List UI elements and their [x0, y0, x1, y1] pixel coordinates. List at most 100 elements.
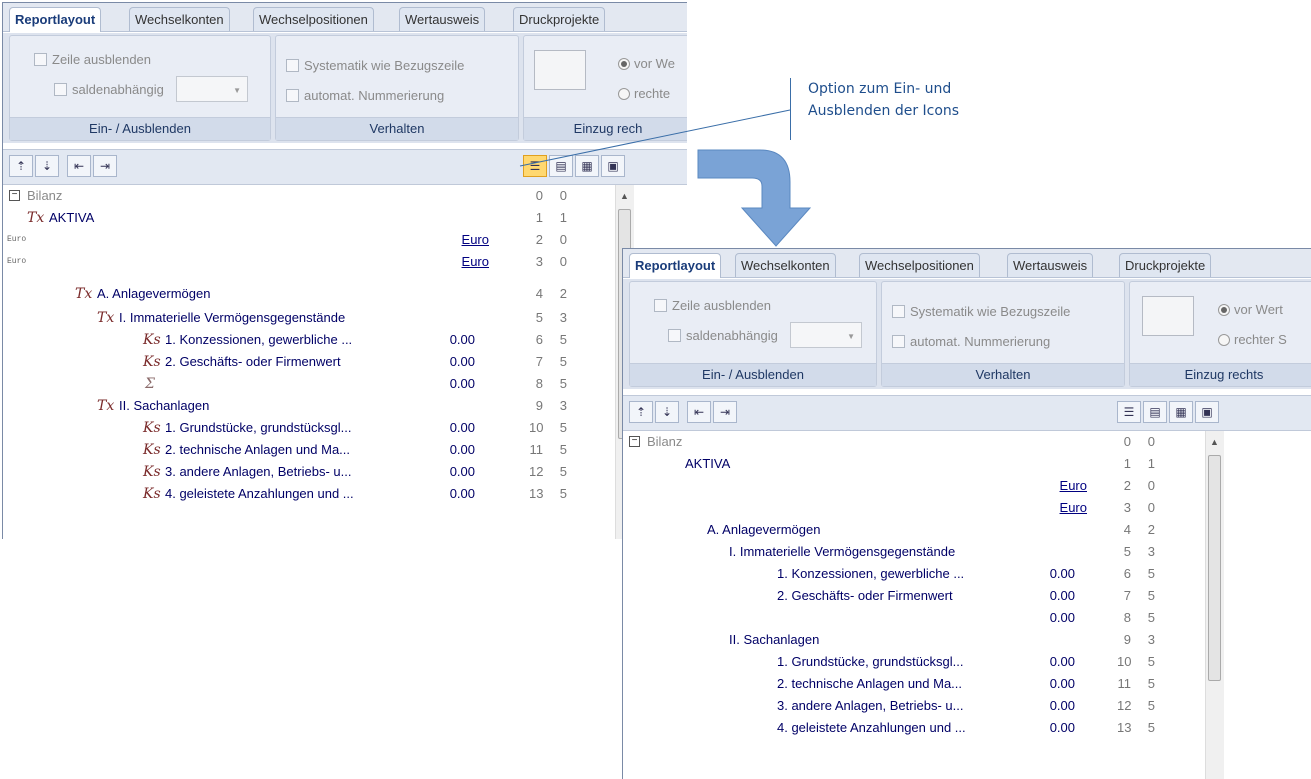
group-label-show-hide: Ein- / Ausblenden [10, 117, 270, 140]
move-down-icon[interactable]: ⇣ [35, 155, 59, 177]
tab-reportlayout[interactable]: Reportlayout [9, 7, 102, 32]
sigma-icon: Σ [145, 376, 155, 392]
auto-numbering-checkbox[interactable]: automat. Nummerierung [892, 334, 1050, 349]
preview-icon[interactable]: ▣ [1195, 401, 1219, 423]
balance-dependent-checkbox[interactable]: saldenabhängig [54, 82, 164, 97]
balance-combo[interactable]: ▼ [176, 76, 248, 102]
tree-row[interactable]: 1. Grundstücke, grundstücksgl... 0.00 10… [623, 651, 1223, 673]
tx-icon: Tx [75, 286, 93, 302]
tree-row[interactable]: Euro 30 [623, 497, 1223, 519]
balance-combo[interactable]: ▼ [790, 322, 862, 348]
auto-numbering-checkbox[interactable]: automat. Nummerierung [286, 88, 444, 103]
tree-row[interactable]: I. Immaterielle Vermögensgegenstände 53 [623, 541, 1223, 563]
euro-layout-icon[interactable] [1142, 296, 1194, 336]
tree-row[interactable]: Σ 0.00 85 [3, 373, 633, 395]
tab-wechselpositionen[interactable]: Wechselpositionen [253, 7, 374, 31]
vertical-scrollbar[interactable]: ▲ [1205, 431, 1224, 779]
tree-row[interactable]: 2. technische Anlagen und Ma... 0.00 11 5 [623, 673, 1223, 695]
radio-before-value[interactable]: vor We [618, 56, 675, 71]
scroll-up-icon[interactable]: ▲ [1210, 437, 1219, 447]
indent-right-icon[interactable]: ⇥ [93, 155, 117, 177]
collapse-icon[interactable]: − [9, 190, 20, 201]
tab-druckprojekte[interactable]: Druckprojekte [1119, 253, 1212, 277]
tree-row[interactable]: − Bilanz 00 [623, 431, 1223, 453]
tree-row[interactable]: Euro Euro 20 [3, 229, 633, 251]
tab-wertausweis[interactable]: Wertausweis [1007, 253, 1094, 277]
tree-row[interactable]: − Bilanz 00 [3, 185, 633, 207]
ks-icon: Ks [143, 486, 161, 502]
group-behavior: Systematik wie Bezugszeile automat. Numm… [275, 35, 519, 141]
hide-row-checkbox[interactable]: Zeile ausblenden [34, 52, 151, 67]
tab-wechselpositionen[interactable]: Wechselpositionen [859, 253, 980, 277]
collapse-icon[interactable]: − [629, 436, 640, 447]
systematik-checkbox[interactable]: Systematik wie Bezugszeile [286, 58, 464, 73]
tab-reportlayout[interactable]: Reportlayout [629, 253, 722, 278]
tree-row[interactable]: Ks 2. Geschäfts- oder Firmenwert 0.00 75 [3, 351, 633, 373]
indent-right-icon[interactable]: ⇥ [713, 401, 737, 423]
euro-small-icon: Euro [7, 235, 27, 244]
group-indent: vor Wert rechter S Einzug rechts [1129, 281, 1311, 387]
tree-view: − Bilanz 00 AKTIVA 11 Euro 20 Euro 30 A.… [623, 431, 1311, 779]
euro-layout-icon[interactable] [534, 50, 586, 90]
toggle-icons-button[interactable]: ☰ [523, 155, 547, 177]
tree-row[interactable]: II. Sachanlagen 93 [623, 629, 1223, 651]
tab-wertausweis[interactable]: Wertausweis [399, 7, 486, 31]
move-up-icon[interactable]: ⇡ [9, 155, 33, 177]
move-down-icon[interactable]: ⇣ [655, 401, 679, 423]
numbering-icon[interactable]: ▤ [549, 155, 573, 177]
tree-row[interactable]: Euro Euro 30 [3, 251, 633, 273]
tree-row[interactable]: Tx A. Anlagevermögen 42 [3, 283, 633, 305]
tree-toolbar: ⇡ ⇣ ⇤ ⇥ ☰ ▤ ▦ ▣ [623, 395, 1311, 431]
group-label-show-hide: Ein- / Ausblenden [630, 363, 876, 386]
tree-row[interactable]: Ks 1. Konzessionen, gewerbliche ... 0.00… [3, 329, 633, 351]
tree-row[interactable]: Ks 2. technische Anlagen und Ma... 0.00 … [3, 439, 633, 461]
callout-line-1: Option zum Ein- und [808, 81, 952, 97]
tree-row[interactable]: 1. Konzessionen, gewerbliche ... 0.00 65 [623, 563, 1223, 585]
indent-left-icon[interactable]: ⇤ [67, 155, 91, 177]
tab-wechselkonten[interactable]: Wechselkonten [129, 7, 230, 31]
tree-row[interactable]: Ks 1. Grundstücke, grundstücksgl... 0.00… [3, 417, 633, 439]
chevron-down-icon: ▼ [847, 332, 855, 341]
tree-row[interactable]: Euro 20 [623, 475, 1223, 497]
move-up-icon[interactable]: ⇡ [629, 401, 653, 423]
tab-bar: Reportlayout Wechselkonten Wechselpositi… [3, 3, 687, 32]
tx-icon: Tx [97, 310, 115, 326]
chevron-down-icon: ▼ [233, 86, 241, 95]
hide-row-checkbox[interactable]: Zeile ausblenden [654, 298, 771, 313]
radio-right[interactable]: rechter S [1218, 332, 1287, 347]
group-behavior: Systematik wie Bezugszeile automat. Numm… [881, 281, 1125, 387]
systematik-checkbox[interactable]: Systematik wie Bezugszeile [892, 304, 1070, 319]
scroll-up-icon[interactable]: ▲ [620, 191, 629, 201]
ribbon: Zeile ausblenden saldenabhängig ▼ Ein- /… [623, 279, 1311, 389]
tree-row[interactable]: 2. Geschäfts- oder Firmenwert 0.00 75 [623, 585, 1223, 607]
tree-row[interactable]: Tx AKTIVA 11 [3, 207, 633, 229]
ks-icon: Ks [143, 464, 161, 480]
tree-row[interactable]: Ks 3. andere Anlagen, Betriebs- u... 0.0… [3, 461, 633, 483]
report-layout-window-without-icons: Reportlayout Wechselkonten Wechselpositi… [622, 248, 1311, 779]
ks-icon: Ks [143, 332, 161, 348]
radio-right[interactable]: rechte [618, 86, 670, 101]
euro-small-icon: Euro [7, 257, 27, 266]
tree-row[interactable]: Tx I. Immaterielle Vermögensgegenstände … [3, 307, 633, 329]
tree-row[interactable]: A. Anlagevermögen 42 [623, 519, 1223, 541]
tree-row[interactable]: Ks 4. geleistete Anzahlungen und ... 0.0… [3, 483, 633, 505]
ribbon: Zeile ausblenden saldenabhängig ▼ Ein- /… [3, 33, 687, 143]
indent-left-icon[interactable]: ⇤ [687, 401, 711, 423]
balance-dependent-checkbox[interactable]: saldenabhängig [668, 328, 778, 343]
tree-row[interactable]: 4. geleistete Anzahlungen und ... 0.00 1… [623, 717, 1223, 739]
tree-row[interactable]: Tx II. Sachanlagen 93 [3, 395, 633, 417]
properties-icon[interactable]: ▦ [575, 155, 599, 177]
tab-bar: Reportlayout Wechselkonten Wechselpositi… [623, 249, 1311, 278]
numbering-icon[interactable]: ▤ [1143, 401, 1167, 423]
toggle-icons-button[interactable]: ☰ [1117, 401, 1141, 423]
tree-row[interactable]: 3. andere Anlagen, Betriebs- u... 0.00 1… [623, 695, 1223, 717]
tab-druckprojekte[interactable]: Druckprojekte [513, 7, 606, 31]
preview-icon[interactable]: ▣ [601, 155, 625, 177]
radio-before-value[interactable]: vor Wert [1218, 302, 1283, 317]
tree-toolbar: ⇡ ⇣ ⇤ ⇥ ☰ ▤ ▦ ▣ [3, 149, 687, 185]
tree-row[interactable]: AKTIVA 11 [623, 453, 1223, 475]
scroll-thumb[interactable] [1208, 455, 1221, 681]
properties-icon[interactable]: ▦ [1169, 401, 1193, 423]
tree-row[interactable]: 0.00 85 [623, 607, 1223, 629]
tab-wechselkonten[interactable]: Wechselkonten [735, 253, 836, 277]
